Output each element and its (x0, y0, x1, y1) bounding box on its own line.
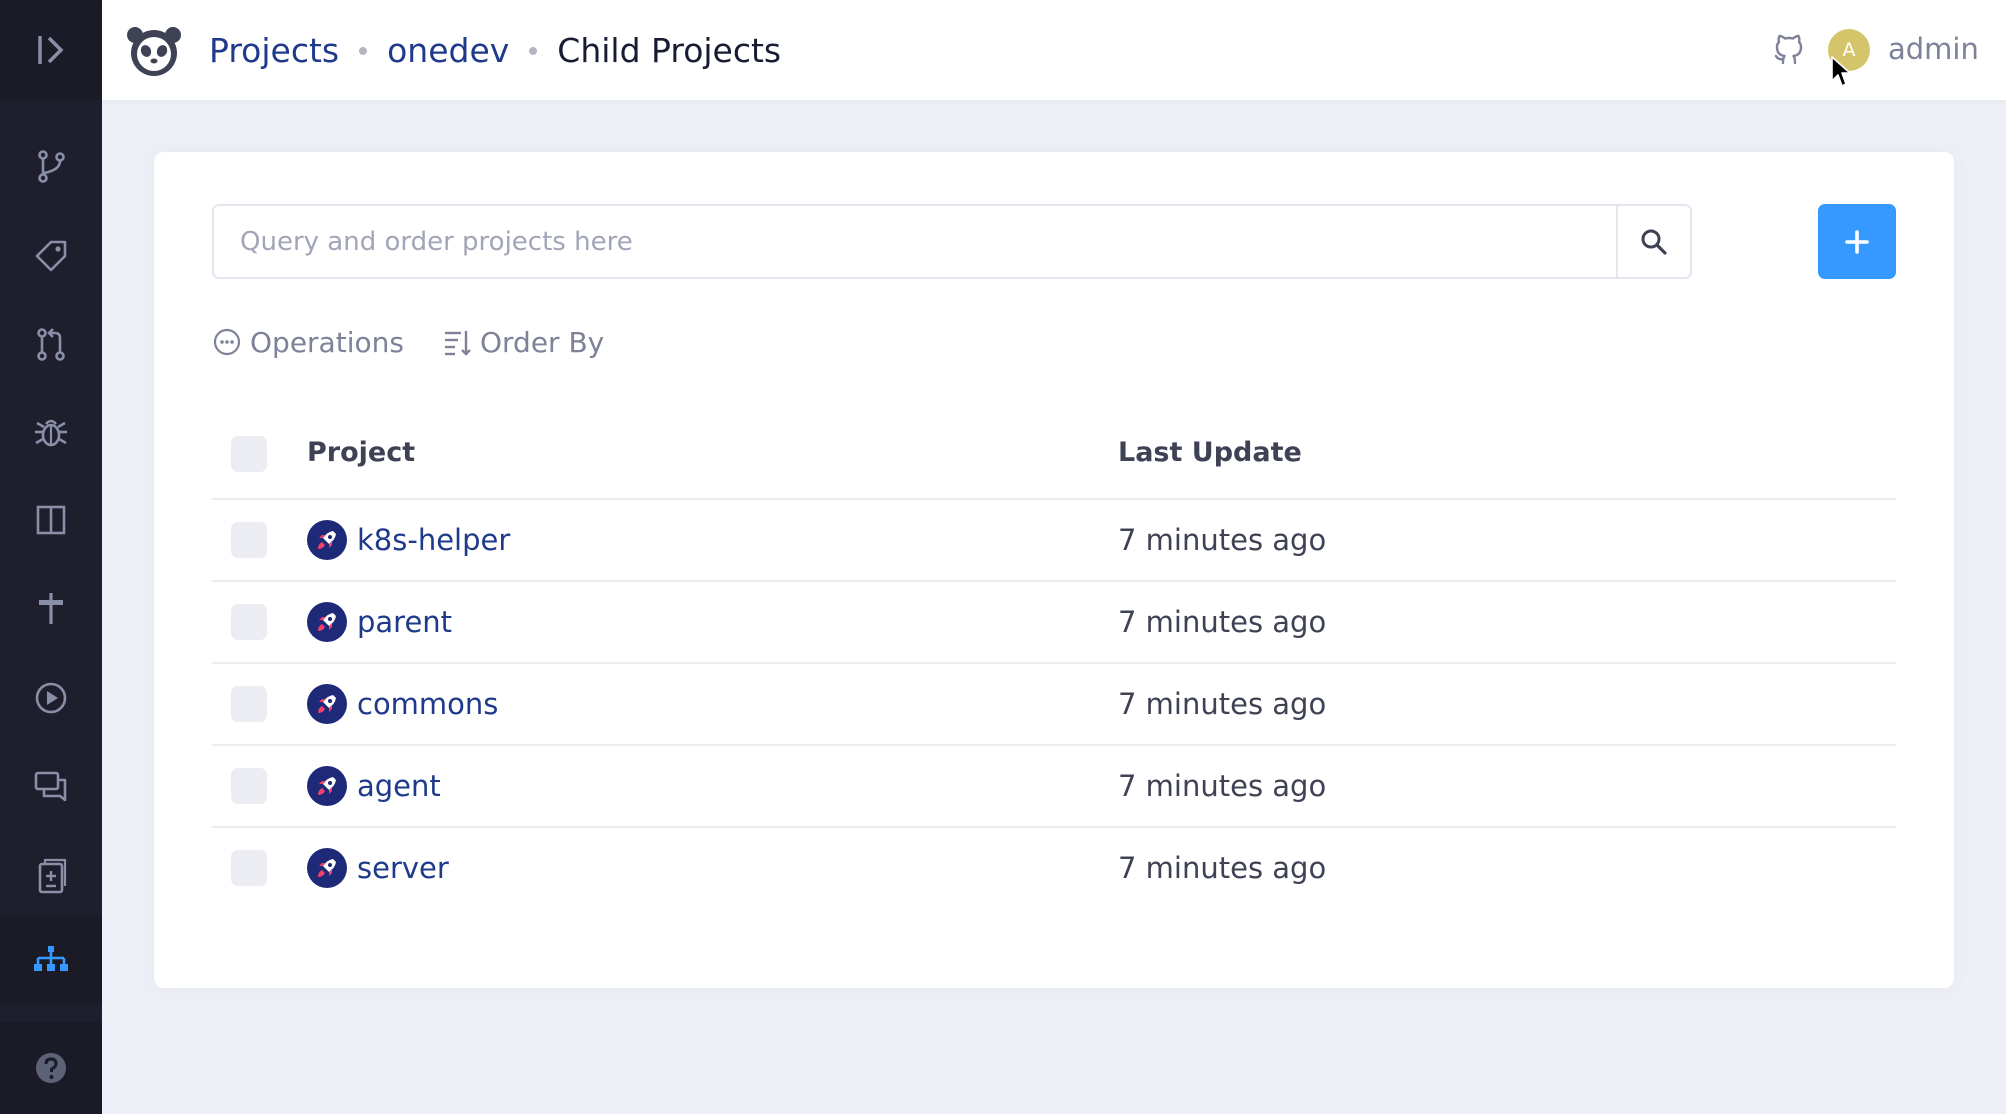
project-avatar (307, 602, 347, 642)
breadcrumb: Projects onedev Child Projects (209, 0, 781, 100)
sidebar-item-discussions[interactable] (0, 742, 102, 830)
breadcrumb-separator (529, 47, 538, 55)
board-icon (36, 505, 66, 535)
expand-sidebar-icon (38, 36, 64, 64)
sidebar (0, 0, 102, 1114)
tag-icon (35, 240, 67, 272)
table-row: agent 7 minutes ago (212, 746, 1896, 828)
last-update: 7 minutes ago (1118, 687, 1327, 721)
last-update: 7 minutes ago (1118, 605, 1327, 639)
row-checkbox[interactable] (231, 604, 267, 640)
more-circle-icon (213, 328, 241, 356)
row-checkbox[interactable] (231, 768, 267, 804)
select-all-checkbox[interactable] (231, 436, 267, 472)
rocket-icon (318, 859, 336, 877)
user-menu[interactable]: admin (1888, 0, 1979, 100)
table-row: server 7 minutes ago (212, 828, 1896, 910)
breadcrumb-separator (359, 47, 368, 55)
rocket-icon (318, 695, 336, 713)
sidebar-item-code-comments[interactable] (0, 832, 102, 920)
help-button[interactable] (0, 1022, 102, 1114)
topbar: Projects onedev Child Projects A admin (102, 0, 2006, 100)
row-checkbox[interactable] (231, 686, 267, 722)
row-checkbox[interactable] (231, 522, 267, 558)
projects-table: Project Last Update k8s-helper 7 minutes … (212, 406, 1896, 910)
hierarchy-icon (34, 946, 68, 971)
project-link[interactable]: agent (357, 746, 441, 826)
discussion-icon (34, 771, 67, 802)
project-link[interactable]: commons (357, 664, 498, 744)
sidebar-item-code[interactable] (0, 122, 102, 210)
onedev-logo[interactable] (124, 24, 184, 78)
project-link[interactable]: server (357, 828, 449, 908)
breadcrumb-project-link[interactable]: onedev (387, 31, 509, 70)
rocket-icon (318, 777, 336, 795)
project-avatar (307, 848, 347, 888)
order-by-label: Order By (480, 325, 605, 359)
sidebar-item-builds[interactable] (0, 654, 102, 742)
play-icon (35, 682, 67, 714)
breadcrumb-projects-link[interactable]: Projects (209, 31, 339, 70)
last-update: 7 minutes ago (1118, 523, 1327, 557)
last-update: 7 minutes ago (1118, 851, 1327, 885)
bug-icon (35, 419, 67, 447)
operations-label: Operations (250, 325, 404, 359)
project-avatar (307, 520, 347, 560)
sidebar-toggle[interactable] (0, 0, 102, 100)
search-icon (1641, 229, 1667, 255)
search-button[interactable] (1616, 206, 1690, 277)
row-checkbox[interactable] (231, 850, 267, 886)
sort-icon (445, 331, 471, 356)
column-header-project[interactable]: Project (307, 406, 415, 500)
table-header: Project Last Update (212, 406, 1896, 500)
sidebar-item-tags[interactable] (0, 212, 102, 300)
rocket-icon (318, 531, 336, 549)
pull-request-icon (37, 328, 65, 361)
project-link[interactable]: parent (357, 582, 452, 662)
github-icon[interactable] (1769, 30, 1809, 70)
table-row: commons 7 minutes ago (212, 664, 1896, 746)
help-icon (36, 1053, 66, 1083)
rocket-icon (318, 613, 336, 631)
sidebar-item-milestones[interactable] (0, 564, 102, 652)
operations-button[interactable]: Operations (212, 322, 404, 362)
project-link[interactable]: k8s-helper (357, 500, 510, 580)
project-query (212, 204, 1692, 279)
add-project-button[interactable] (1818, 204, 1896, 279)
plus-icon (1845, 229, 1869, 254)
last-update: 7 minutes ago (1118, 769, 1327, 803)
column-header-last-update[interactable]: Last Update (1118, 406, 1302, 500)
page-title: Child Projects (557, 30, 782, 70)
sidebar-item-issues[interactable] (0, 388, 102, 476)
table-row: parent 7 minutes ago (212, 582, 1896, 664)
projects-card: Operations Order By Project Last Update … (154, 152, 1954, 988)
sidebar-item-boards[interactable] (0, 476, 102, 564)
order-by-button[interactable]: Order By (442, 322, 604, 362)
sidebar-item-pull-requests[interactable] (0, 300, 102, 388)
signpost-icon (39, 593, 63, 624)
project-avatar (307, 684, 347, 724)
sidebar-item-child-projects[interactable] (0, 916, 102, 1004)
branch-icon (38, 150, 65, 183)
document-plus-icon (38, 858, 67, 894)
table-row: k8s-helper 7 minutes ago (212, 500, 1896, 582)
project-avatar (307, 766, 347, 806)
mouse-cursor-icon (1831, 56, 1851, 87)
search-input[interactable] (214, 206, 1614, 277)
